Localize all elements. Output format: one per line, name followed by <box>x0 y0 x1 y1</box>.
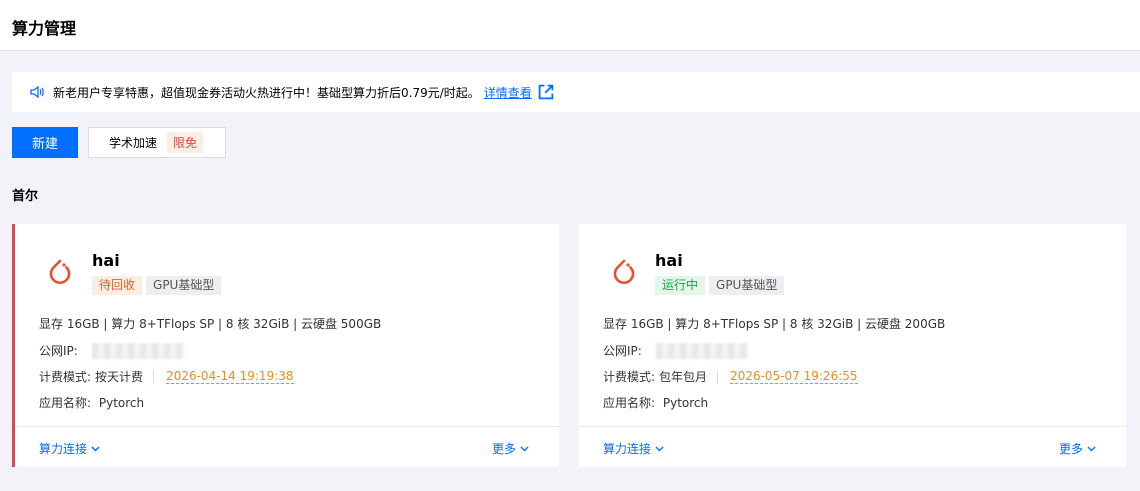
more-label: 更多 <box>1058 442 1083 456</box>
status-badge: 待回收 <box>92 276 143 295</box>
app-label: 应用名称: <box>603 396 656 410</box>
app-value: Pytorch <box>662 396 709 410</box>
status-badge: 运行中 <box>655 276 706 295</box>
ip-row: 公网IP: <box>603 342 748 359</box>
promo-notice: 新老用户专享特惠，超值现金券活动火热进行中！基础型算力折后0.79元/时起。 详… <box>12 72 1140 112</box>
billing-row: 计费模式: 包年包月 2026-05-07 19:26:55 <box>603 368 858 385</box>
region-title: 首尔 <box>12 189 39 204</box>
type-badge: GPU基础型 <box>709 276 785 295</box>
more-dropdown[interactable]: 更多 <box>492 440 529 457</box>
divider <box>153 369 155 384</box>
ip-label: 公网IP: <box>603 344 642 358</box>
ip-value-masked <box>91 342 184 359</box>
chevron-down-icon <box>1087 446 1096 451</box>
page-title: 算力管理 <box>12 19 77 38</box>
ip-row: 公网IP: <box>39 342 184 359</box>
connect-label: 算力连接 <box>39 442 88 456</box>
pytorch-icon <box>613 259 635 284</box>
app-row: 应用名称: Pytorch <box>603 394 708 411</box>
card-footer: 算力连接 更多 <box>15 426 559 467</box>
new-button[interactable]: 新建 <box>12 127 78 158</box>
instance-name: hai <box>655 251 683 270</box>
connect-dropdown[interactable]: 算力连接 <box>603 440 664 457</box>
expire-time: 2026-04-14 19:19:38 <box>166 369 294 384</box>
instance-spec: 显存 16GB | 算力 8+TFlops SP | 8 核 32GiB | 云… <box>39 317 382 331</box>
more-dropdown[interactable]: 更多 <box>1059 440 1096 457</box>
billing-row: 计费模式: 按天计费 2026-04-14 19:19:38 <box>39 368 294 385</box>
instance-spec: 显存 16GB | 算力 8+TFlops SP | 8 核 32GiB | 云… <box>603 317 946 331</box>
app-label: 应用名称: <box>39 396 92 410</box>
page-header: 算力管理 <box>0 0 1140 51</box>
app-value: Pytorch <box>98 396 145 410</box>
academic-accel-label: 学术加速 <box>109 136 158 150</box>
instance-tags: 运行中 GPU基础型 <box>655 276 785 295</box>
chevron-down-icon <box>520 446 529 451</box>
instance-tags: 待回收 GPU基础型 <box>92 276 222 295</box>
connect-label: 算力连接 <box>603 442 652 456</box>
ip-label: 公网IP: <box>39 344 78 358</box>
free-badge: 限免 <box>167 132 204 153</box>
ip-value-masked <box>655 342 748 359</box>
billing-value: 包年包月 <box>659 370 708 384</box>
chevron-down-icon <box>655 446 664 451</box>
chevron-down-icon <box>91 446 100 451</box>
app-row: 应用名称: Pytorch <box>39 394 144 411</box>
type-badge: GPU基础型 <box>146 276 222 295</box>
academic-accel-button[interactable]: 学术加速 限免 <box>88 127 226 158</box>
pytorch-icon <box>49 259 71 284</box>
external-link-icon[interactable] <box>538 84 554 100</box>
speaker-icon <box>30 85 44 99</box>
notice-text: 新老用户专享特惠，超值现金券活动火热进行中！基础型算力折后0.79元/时起。 <box>53 85 480 100</box>
billing-label: 计费模式: <box>603 370 656 384</box>
divider <box>717 369 719 384</box>
billing-label: 计费模式: <box>39 370 92 384</box>
connect-dropdown[interactable]: 算力连接 <box>39 440 100 457</box>
more-label: 更多 <box>491 442 516 456</box>
instance-name: hai <box>92 251 120 270</box>
billing-value: 按天计费 <box>95 370 144 384</box>
details-link[interactable]: 详情查看 <box>484 84 532 101</box>
instance-card[interactable]: hai 运行中 GPU基础型 显存 16GB | 算力 8+TFlops SP … <box>579 224 1126 467</box>
expire-time: 2026-05-07 19:26:55 <box>730 369 858 384</box>
card-footer: 算力连接 更多 <box>579 426 1126 467</box>
instance-card[interactable]: hai 待回收 GPU基础型 显存 16GB | 算力 8+TFlops SP … <box>12 224 559 467</box>
